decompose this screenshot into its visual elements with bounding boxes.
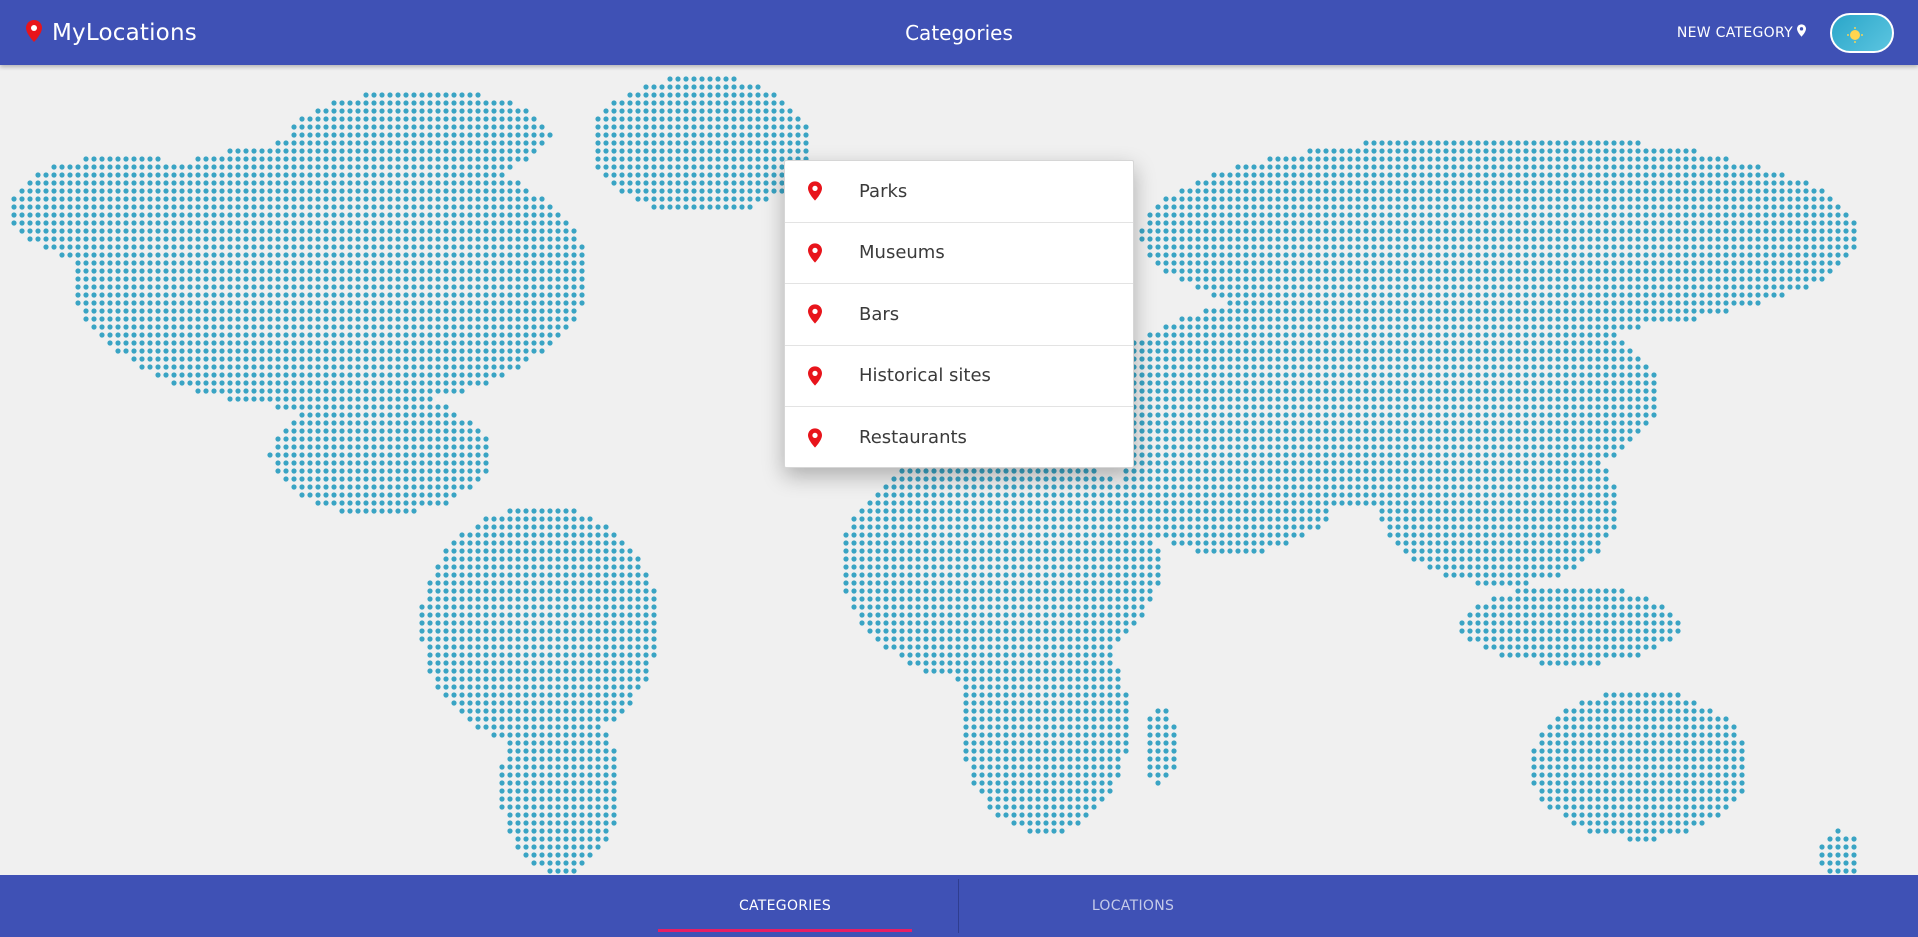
brand-name: MyLocations: [52, 19, 197, 46]
active-tab-indicator: [658, 929, 912, 932]
category-item-restaurants[interactable]: Restaurants: [785, 407, 1133, 469]
category-label: Restaurants: [859, 427, 967, 449]
map-pin-icon: [1797, 24, 1806, 41]
category-item-historical-sites[interactable]: Historical sites: [785, 346, 1133, 407]
category-label: Historical sites: [859, 365, 991, 387]
theme-toggle[interactable]: [1830, 13, 1894, 53]
tab-categories[interactable]: CATEGORIES: [650, 875, 920, 937]
new-category-button[interactable]: NEW CATEGORY: [1677, 0, 1806, 65]
brand[interactable]: MyLocations: [26, 0, 197, 65]
tab-label: LOCATIONS: [1091, 898, 1175, 914]
category-label: Parks: [859, 180, 908, 202]
top-app-bar: MyLocations Categories NEW CATEGORY: [0, 0, 1918, 65]
category-item-parks[interactable]: Parks: [785, 161, 1133, 223]
category-item-bars[interactable]: Bars: [785, 284, 1133, 346]
category-item-museums[interactable]: Museums: [785, 223, 1133, 284]
category-label: Bars: [859, 303, 900, 325]
page-title: Categories: [905, 20, 1013, 45]
map-pin-icon: [805, 243, 825, 263]
category-label: Museums: [859, 242, 945, 264]
tab-divider: [958, 879, 959, 933]
sun-icon: [1847, 27, 1863, 47]
category-list: Parks Museums Bars Historical sites Rest…: [784, 160, 1134, 468]
new-category-label: NEW CATEGORY: [1676, 24, 1793, 41]
map-pin-icon: [805, 428, 825, 448]
map-pin-icon: [805, 366, 825, 386]
tab-label: CATEGORIES: [738, 898, 832, 914]
tab-locations[interactable]: LOCATIONS: [998, 875, 1268, 937]
map-pin-icon: [805, 304, 825, 324]
map-pin-icon: [26, 19, 42, 46]
bottom-tab-bar: CATEGORIES LOCATIONS: [0, 875, 1918, 937]
map-pin-icon: [805, 181, 825, 201]
